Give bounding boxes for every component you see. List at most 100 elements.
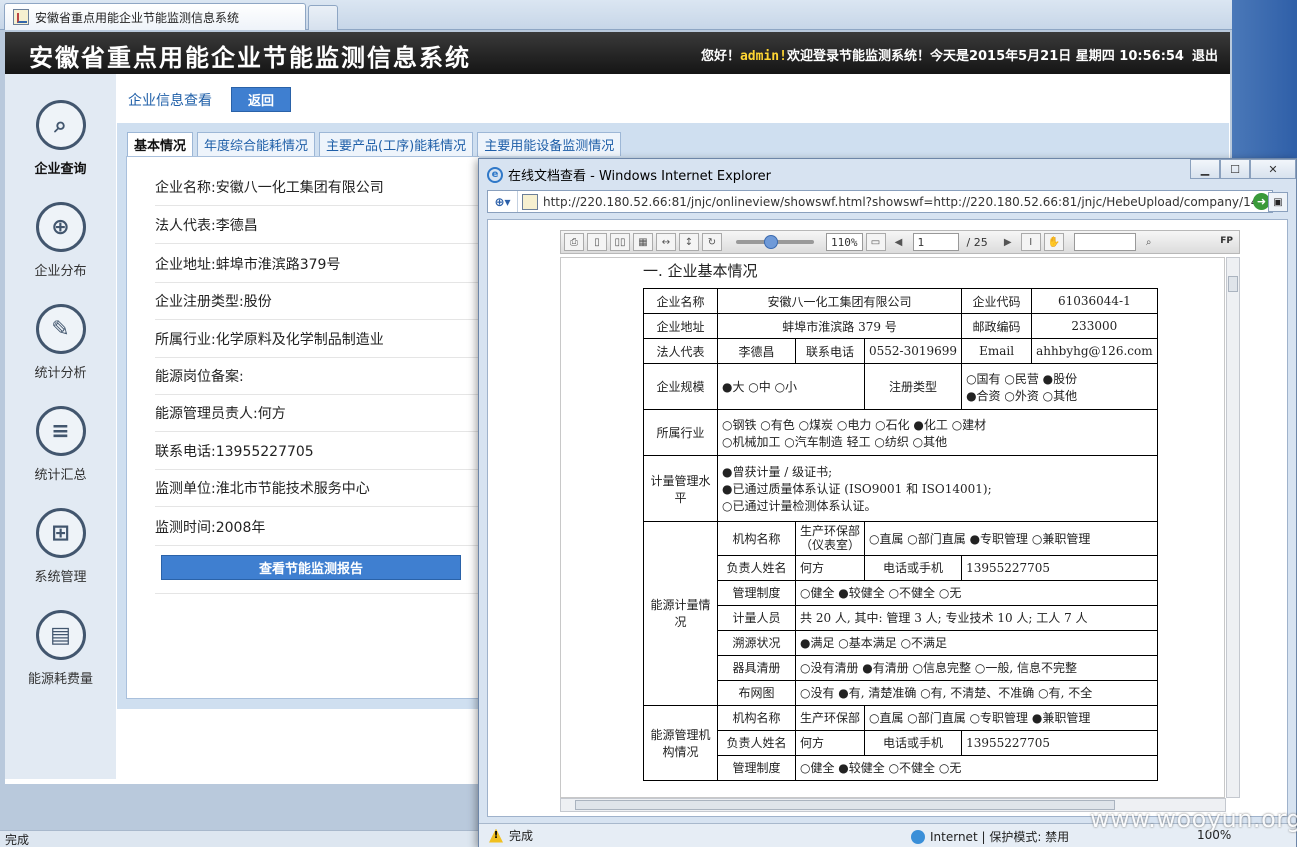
scroll-thumb[interactable] [575,800,1115,810]
table-row: 能源计量情况 机构名称 生产环保部（仪表室） ○直属 ○部门直属 ●专职管理 ○… [643,521,1158,706]
table-cell: 所属行业 [643,409,718,456]
table-row: 所属行业 ○钢铁 ○有色 ○煤炭 ○电力 ○石化 ●化工 ○建材 ○机械加工 ○… [643,409,1158,456]
table-cell: ●满足 ○基本满足 ○不满足 [795,629,1158,656]
zoom-input[interactable]: 110% [826,233,863,251]
table-cell: 生产环保部（仪表室） [794,521,866,556]
sidebar: ⌕ 企业查询 ⊕ 企业分布 ✎ 统计分析 ≡ 统计汇总 ⊞ 系统管理 ▤ 能源耗… [5,74,116,779]
greeting-text: 您好！ [700,49,740,64]
globe-icon [911,829,925,844]
table-cell: ahhbyhg@126.com [1031,338,1158,364]
sidebar-item-statistics-summary[interactable]: ≡ 统计汇总 [5,406,116,501]
table-row: 法人代表 李德昌 联系电话 0552-3019699 Email ahhbyhg… [643,338,1158,364]
sidebar-item-label: 能源耗费量 [27,672,93,687]
window-controls: ▁ ☐ ✕ [1190,159,1296,179]
tab-equipment-monitoring[interactable]: 主要用能设备监测情况 [477,132,622,156]
browser-tab-title: 安徽省重点用能企业节能监测信息系统 [35,10,240,25]
address-bar[interactable]: ⊕▾ http://220.180.52.66:81/jnjc/onlinevi… [487,190,1273,213]
battery-icon: ▤ [35,610,86,660]
single-page-icon[interactable]: ▯ [587,233,607,251]
print-icon[interactable]: ⎙ [564,233,584,251]
close-icon[interactable]: ✕ [1250,159,1296,179]
app-title: 安徽省重点用能企业节能监测信息系统 [29,43,471,72]
table-cell: ○直属 ○部门直属 ●专职管理 ○兼职管理 [864,521,1158,556]
table-cell: ●大 ○中 ○小 [716,363,866,410]
two-page-icon[interactable]: ▯▯ [610,233,630,251]
table-cell: 联系电话 [794,338,866,364]
hand-tool-icon[interactable]: ✋ [1043,233,1064,251]
browser-tab[interactable]: 安徽省重点用能企业节能监测信息系统 [4,3,306,30]
sidebar-item-company-distribution[interactable]: ⊕ 企业分布 [5,202,116,297]
text-select-icon[interactable]: I [1020,233,1041,251]
table-cell: 邮政编码 [961,313,1033,339]
table-cell: 0552-3019699 [864,338,963,364]
globe-icon: ⊕ [35,202,86,252]
table-cell: 何方 [794,554,866,581]
table-cell: 企业代码 [961,288,1033,314]
reg-type-line-2: ●合资 ○外资 ○其他 [966,388,1078,403]
flexpaper-toolbar: ⎙ ▯ ▯▯ ▦ ↔ ↕ ↻ 110% ▭ ◀ 1 / 25 ▶ I ✋ ⌕ F… [560,230,1240,254]
sidebar-item-label: 统计汇总 [34,468,87,483]
back-button[interactable]: 返回 [231,87,291,112]
search-input[interactable] [1073,233,1136,251]
table-cell: ○钢铁 ○有色 ○煤炭 ○电力 ○石化 ●化工 ○建材 ○机械加工 ○汽车制造 … [717,409,1158,456]
vertical-scrollbar[interactable] [1226,257,1240,798]
scroll-thumb[interactable] [1228,276,1238,292]
metrology-line-1: ●曾获计量 / 级证书; [722,465,833,479]
logout-link[interactable]: 退出 [1192,49,1218,64]
table-cell: 生产环保部 [794,704,866,731]
fit-height-icon[interactable]: ↕ [679,233,699,251]
industry-line-1: ○钢铁 ○有色 ○煤炭 ○电力 ○石化 ●化工 ○建材 [722,417,987,432]
sidebar-item-label: 企业分布 [34,264,87,279]
table-cell: 负责人姓名 [717,554,796,581]
table-cell: 计量管理水平 [643,455,718,522]
table-cell: 溯源状况 [717,629,796,656]
tab-basic-info[interactable]: 基本情况 [127,132,194,156]
metrology-line-3: ○已通过计量检测体系认证。 [722,499,877,513]
sidebar-item-energy-consumption[interactable]: ▤ 能源耗费量 [5,610,116,705]
minimize-icon[interactable]: ▁ [1190,159,1220,179]
table-cell: ○国有 ○民营 ●股份 ●合资 ○外资 ○其他 [961,363,1158,410]
table-row: 器具清册 ○没有清册 ●有清册 ○信息完整 ○一般, 信息不完整 [644,654,1158,681]
table-cell: ○健全 ●较健全 ○不健全 ○无 [795,579,1158,606]
fit-width-icon[interactable]: ↔ [656,233,676,251]
nav-dropdown-icon[interactable]: ⊕▾ [488,191,518,212]
rotate-icon[interactable]: ↻ [702,233,722,251]
browser-tab-bar: 安徽省重点用能企业节能监测信息系统 [0,0,1232,30]
table-cell: 电话或手机 [864,554,963,581]
info-monitor-unit: 监测单位:淮北市节能技术服务中心 [155,469,479,507]
table-cell: 61036044-1 [1031,288,1158,314]
info-address: 企业地址:蚌埠市淮滨路379号 [155,245,479,283]
edit-icon: ✎ [35,304,86,354]
main-status-text: 完成 [5,833,30,847]
table-cell: ○直属 ○部门直属 ○专职管理 ●兼职管理 [864,704,1158,731]
page-input[interactable]: 1 [912,233,959,251]
maximize-icon[interactable]: ☐ [1220,159,1250,179]
metrology-line-2: ●已通过质量体系认证 (ISO9001 和 ISO14001); [722,482,992,496]
sidebar-item-label: 企业查询 [34,162,87,177]
table-cell: 管理制度 [717,579,796,606]
sidebar-item-company-query[interactable]: ⌕ 企业查询 [5,100,116,195]
view-report-button[interactable]: 查看节能监测报告 [161,555,461,580]
tab-annual-energy[interactable]: 年度综合能耗情况 [197,132,316,156]
org-chart-icon: ⊞ [35,508,86,558]
sidebar-item-system-management[interactable]: ⊞ 系统管理 [5,508,116,603]
thumbnail-icon[interactable]: ▦ [633,233,653,251]
doc-heading: 一. 企业基本情况 [643,262,758,280]
search-icon[interactable]: ⌕ [1139,233,1159,251]
sidebar-item-statistics-analysis[interactable]: ✎ 统计分析 [5,304,116,399]
table-cell: 李德昌 [717,338,796,364]
next-page-icon[interactable]: ▶ [998,233,1018,251]
table-row: 溯源状况 ●满足 ○基本满足 ○不满足 [644,629,1158,656]
welcome-text: 欢迎登录节能监测系统！今天是2015年5月21日 星期四 10:56:54 [786,49,1184,64]
prev-page-icon[interactable]: ◀ [889,233,909,251]
new-tab-button[interactable] [308,5,338,30]
tab-product-energy[interactable]: 主要产品(工序)能耗情况 [319,132,474,156]
table-cell: 管理制度 [717,754,796,781]
info-company-name: 企业名称:安徽八一化工集团有限公司 [155,168,479,206]
compat-view-icon[interactable]: ▣ [1268,192,1288,212]
popup-title: 在线文档查看 - Windows Internet Explorer [508,169,771,184]
fullscreen-icon[interactable]: ▭ [865,233,886,251]
zoom-slider[interactable] [736,235,814,249]
table-row: 企业名称 安徽八一化工集团有限公司 企业代码 61036044-1 [643,288,1158,314]
table-row: 管理制度 ○健全 ●较健全 ○不健全 ○无 [644,754,1158,781]
